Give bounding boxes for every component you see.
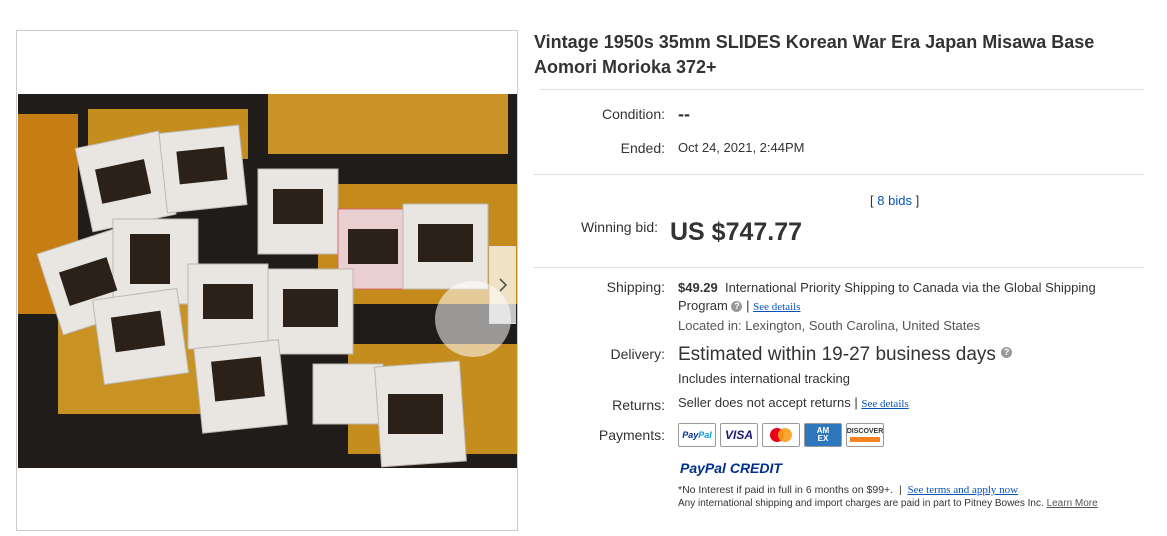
delivery-estimate: Estimated within 19-27 business days ? [678, 344, 1013, 366]
shipping-amount: $49.29 [678, 280, 718, 295]
help-icon[interactable]: ? [731, 301, 743, 313]
divider [540, 89, 1144, 90]
returns-value: Seller does not accept returns [678, 395, 851, 410]
pitney-note: Any international shipping and import ch… [678, 498, 1098, 509]
terms-apply-link[interactable]: See terms and apply now [908, 484, 1019, 496]
winning-bid-label: Winning bid: [580, 219, 658, 235]
paypal-credit-logo: PayPal CREDIT [680, 460, 782, 476]
returns-see-details-link[interactable]: See details [861, 398, 908, 410]
bids-link[interactable]: 8 bids [877, 193, 912, 208]
separator: | [898, 484, 902, 496]
next-image-button[interactable] [489, 246, 516, 324]
slides-photo-illustration [18, 94, 517, 468]
returns-info: Seller does not accept returns | See det… [678, 395, 909, 410]
shipping-label: Shipping: [606, 279, 665, 295]
divider [534, 267, 1144, 268]
shipping-see-details-link[interactable]: See details [753, 301, 800, 313]
mastercard-icon [762, 423, 800, 447]
separator: | [854, 395, 858, 410]
payments-label: Payments: [598, 427, 665, 443]
credit-promo: *No Interest if paid in full in 6 months… [678, 484, 1018, 496]
paypal-credit-pp: PayPal [680, 460, 726, 476]
bracket-close: ] [915, 193, 920, 208]
image-gallery [16, 30, 518, 531]
condition-label: Condition: [601, 106, 665, 122]
mastercard-circles [770, 428, 792, 442]
separator: | [746, 298, 750, 313]
visa-icon: VISA [720, 423, 758, 447]
tracking-note: Includes international tracking [678, 371, 850, 386]
item-title: Vintage 1950s 35mm SLIDES Korean War Era… [534, 32, 1095, 77]
pitney-text: Any international shipping and import ch… [678, 498, 1044, 509]
returns-label: Returns: [612, 397, 665, 413]
help-icon[interactable]: ? [1001, 347, 1013, 358]
payment-methods: Pay Pal VISA AM EX DISCOVER [678, 423, 884, 447]
shipping-method-2: Program [678, 298, 728, 313]
learn-more-link[interactable]: Learn More [1047, 498, 1098, 509]
amex-icon: AM EX [804, 423, 842, 447]
winning-bid-value: US $747.77 [670, 218, 803, 246]
paypal-icon: Pay Pal [678, 423, 716, 447]
delivery-estimate-text: Estimated within 19-27 business days [678, 344, 996, 365]
item-photo[interactable] [18, 94, 517, 468]
item-location: Located in: Lexington, South Carolina, U… [678, 318, 981, 333]
delivery-label: Delivery: [610, 346, 665, 362]
chevron-right-icon [499, 278, 508, 292]
ended-label: Ended: [620, 140, 665, 156]
shipping-method: International Priority Shipping to Canad… [725, 280, 1096, 295]
bracket-open: [ [870, 193, 874, 208]
discover-icon: DISCOVER [846, 423, 884, 447]
paypal-credit-credit: CREDIT [729, 460, 782, 476]
credit-promo-text: *No Interest if paid in full in 6 months… [678, 484, 894, 496]
condition-value: -- [678, 104, 690, 124]
shipping-info: $49.29 International Priority Shipping t… [678, 279, 1143, 316]
divider [534, 174, 1144, 175]
bid-count: [ 8 bids ] [870, 193, 919, 208]
ended-value: Oct 24, 2021, 2:44PM [678, 140, 805, 155]
